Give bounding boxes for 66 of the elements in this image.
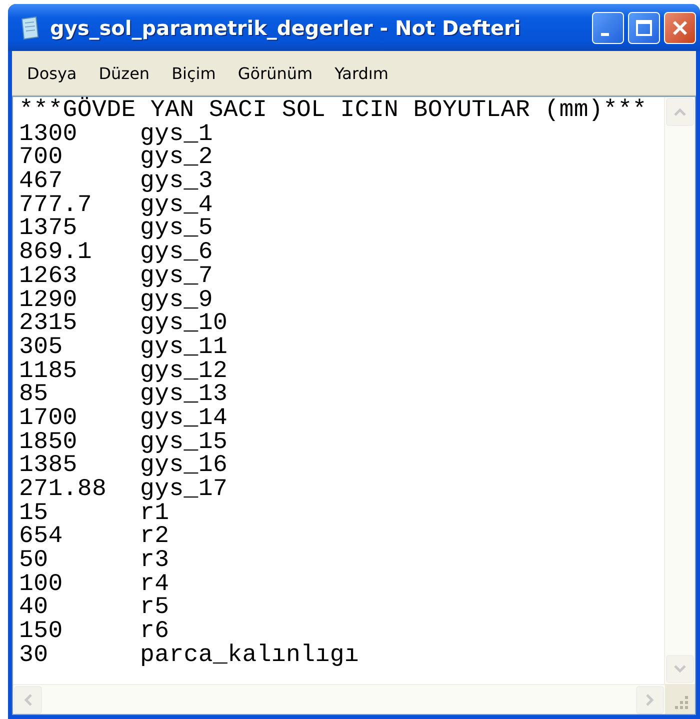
parameter-name: gys_5 xyxy=(140,217,214,242)
horizontal-scrollbar[interactable] xyxy=(13,684,665,714)
parameter-name: r3 xyxy=(140,549,170,573)
value-text: 50 xyxy=(19,549,48,573)
menu-item[interactable]: Yardım xyxy=(334,64,388,82)
parameter-name: gys_6 xyxy=(140,241,214,265)
parameter-name: r4 xyxy=(140,572,170,596)
parameter-name: gys_13 xyxy=(140,383,228,407)
value-text: 40 xyxy=(19,596,48,620)
scroll-down-button[interactable] xyxy=(666,655,694,683)
scroll-right-button[interactable] xyxy=(636,686,664,714)
menu-item[interactable]: Dosya xyxy=(27,64,77,82)
value-text: 1185 xyxy=(19,360,78,384)
parameter-name: gys_7 xyxy=(140,264,214,288)
parameter-name: gys_14 xyxy=(140,406,228,431)
parameter-name: gys_12 xyxy=(140,360,228,384)
value-text: 271.88 xyxy=(19,478,108,502)
minimize-button[interactable] xyxy=(592,12,624,44)
maximize-icon xyxy=(635,18,653,36)
value-text: 1700 xyxy=(19,406,78,431)
parameter-name: r2 xyxy=(140,525,170,550)
parameter-name: gys_17 xyxy=(140,478,228,502)
value-text: 1375 xyxy=(19,217,78,242)
close-icon xyxy=(671,18,689,36)
close-button[interactable] xyxy=(664,12,696,44)
value-text: 1263 xyxy=(19,264,78,288)
value-text: 1850 xyxy=(19,430,78,454)
value-text: 1300 xyxy=(19,122,78,146)
value-text: 654 xyxy=(19,525,64,550)
value-text: 467 xyxy=(19,170,63,194)
parameter-name: gys_11 xyxy=(140,336,228,360)
parameter-name: parca_kalınlıgı xyxy=(140,644,360,668)
parameter-name: gys_15 xyxy=(140,430,228,454)
parameter-name: gys_2 xyxy=(140,146,214,170)
value-text: 700 xyxy=(19,146,64,170)
notepad-icon xyxy=(20,16,40,40)
value-text: 305 xyxy=(19,336,64,360)
parameter-name: gys_16 xyxy=(140,454,228,478)
minimize-icon xyxy=(601,33,609,36)
parameter-name: r1 xyxy=(140,502,170,526)
parameter-name: gys_4 xyxy=(140,194,214,218)
parameter-name: r6 xyxy=(140,620,170,644)
value-text: 1385 xyxy=(19,454,78,478)
vertical-scrollbar[interactable] xyxy=(664,97,695,684)
text-line: ***GÖVDE YAN SACI SOL ICIN BOYUTLAR (mm)*** xyxy=(19,99,648,123)
scroll-left-button[interactable] xyxy=(14,686,42,714)
menu-item[interactable]: Düzen xyxy=(98,64,150,82)
value-text: 2315 xyxy=(19,312,78,336)
value-text: 30 xyxy=(19,644,50,668)
menu-item[interactable]: Biçim xyxy=(172,64,216,82)
scroll-up-button[interactable] xyxy=(666,98,694,126)
parameter-name: gys_1 xyxy=(140,122,214,146)
value-text: 85 xyxy=(19,383,48,407)
parameter-name: gys_3 xyxy=(140,170,214,194)
parameter-name: gys_10 xyxy=(140,312,228,336)
value-text: 869.1 xyxy=(19,241,94,265)
value-text: 777.7 xyxy=(19,194,94,218)
value-text: 15 xyxy=(19,502,48,526)
parameter-name: gys_9 xyxy=(140,288,214,312)
menu-item[interactable]: Görünüm xyxy=(238,64,313,82)
value-text: 1290 xyxy=(19,288,78,312)
value-text: 100 xyxy=(19,572,64,596)
window-title: gys_sol_parametrik_degerler - Not Defteri xyxy=(50,16,521,40)
parameter-name: r5 xyxy=(140,596,170,620)
maximize-button[interactable] xyxy=(628,12,660,44)
value-text: 150 xyxy=(19,620,64,644)
